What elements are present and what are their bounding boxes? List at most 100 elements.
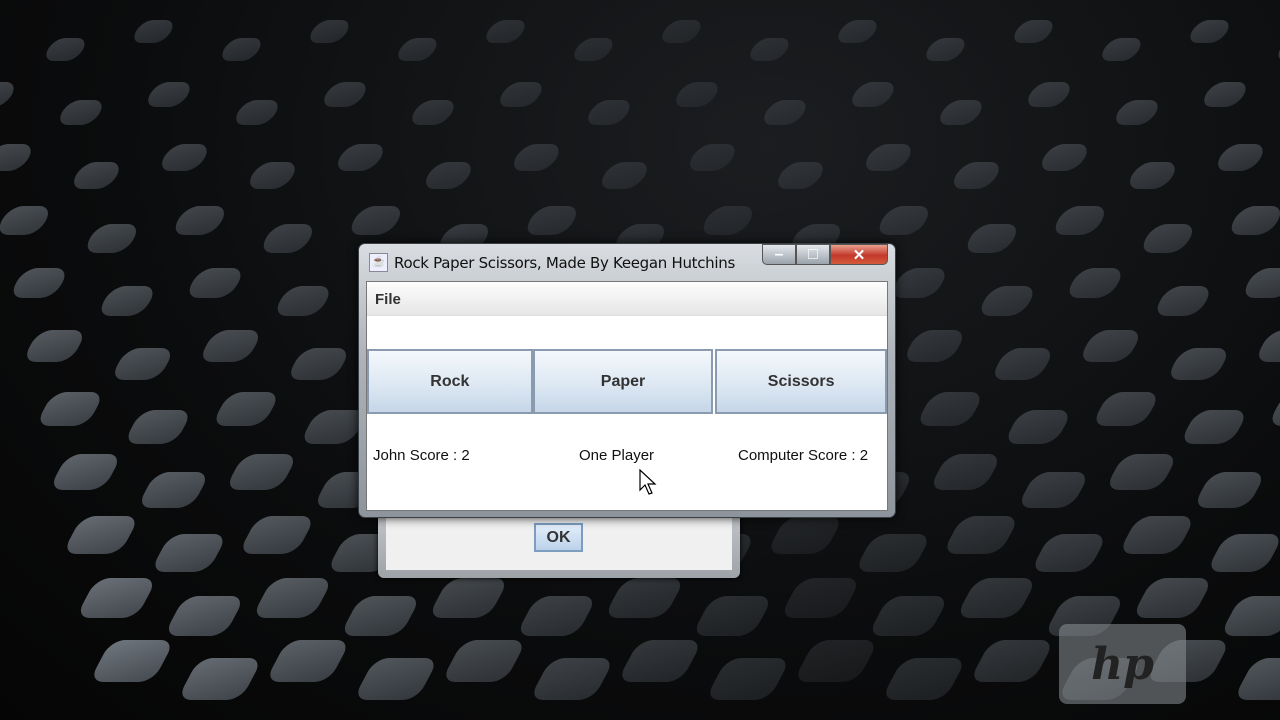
background-tile [21, 330, 88, 363]
rock-button[interactable]: Rock [367, 349, 533, 414]
ok-button[interactable]: OK [534, 523, 583, 552]
background-tile [339, 596, 422, 636]
minimize-button[interactable]: – [762, 244, 796, 265]
background-tile [989, 348, 1056, 381]
background-tile [258, 224, 318, 253]
background-tile [583, 100, 635, 125]
background-tile [1009, 20, 1057, 43]
background-tile [332, 144, 388, 171]
background-tile [129, 20, 177, 43]
background-tile [1192, 472, 1267, 509]
scissors-button[interactable]: Scissors [715, 349, 887, 414]
background-tile [495, 82, 547, 107]
background-tile [7, 268, 71, 299]
background-tile [0, 82, 19, 107]
background-tile [1199, 82, 1251, 107]
maximize-button[interactable]: □ [796, 244, 830, 265]
background-tile [407, 100, 459, 125]
background-tile [210, 392, 282, 427]
background-tile [1097, 38, 1145, 61]
background-tile [657, 20, 705, 43]
background-tile [346, 206, 406, 235]
background-tile [616, 640, 703, 682]
background-tile [264, 640, 351, 682]
background-tile [759, 100, 811, 125]
menu-file[interactable]: File [375, 291, 401, 308]
background-tile [1253, 330, 1280, 363]
background-tile [1050, 206, 1110, 235]
background-tile [0, 144, 36, 171]
background-tile [1266, 392, 1280, 427]
background-tile [914, 392, 986, 427]
background-tile [88, 640, 175, 682]
background-tile [163, 596, 246, 636]
background-tile [0, 206, 54, 235]
background-tile [1226, 206, 1280, 235]
background-tile [427, 578, 510, 618]
background-tile [1029, 534, 1109, 572]
background-tile [95, 286, 159, 317]
background-tile [61, 516, 141, 554]
background-tile [691, 596, 774, 636]
background-tile [698, 206, 758, 235]
background-tile [1111, 100, 1163, 125]
background-tile [136, 472, 211, 509]
background-tile [1131, 578, 1214, 618]
background-tile [68, 162, 124, 189]
background-tile [847, 82, 899, 107]
background-tile [522, 206, 582, 235]
background-tile [1117, 516, 1197, 554]
background-tile [528, 658, 615, 700]
background-tile [0, 20, 1, 43]
background-tile [1232, 658, 1280, 700]
background-tile [569, 38, 617, 61]
background-tile [779, 578, 862, 618]
title-bar[interactable]: ☕ Rock Paper Scissors, Made By Keegan Hu… [359, 244, 895, 281]
background-tile [1124, 162, 1180, 189]
close-button[interactable]: ✕ [830, 244, 888, 265]
background-tile [251, 578, 334, 618]
background-tile [515, 596, 598, 636]
background-tile [962, 224, 1022, 253]
computer-score-label: Computer Score : 2 [738, 447, 869, 464]
background-tile [1002, 410, 1074, 445]
background-tile [508, 144, 564, 171]
background-tile [1077, 330, 1144, 363]
background-tile [48, 454, 123, 491]
mouse-cursor-icon [639, 469, 657, 495]
background-tile [772, 162, 828, 189]
background-tile [176, 658, 263, 700]
background-tile [143, 82, 195, 107]
paper-button[interactable]: Paper [532, 349, 714, 414]
background-tile [34, 392, 106, 427]
java-app-icon: ☕ [369, 253, 388, 272]
background-tile [853, 534, 933, 572]
background-tile [1151, 286, 1215, 317]
background-tile [955, 578, 1038, 618]
background-tile [75, 578, 158, 618]
background-tile [183, 268, 247, 299]
hp-logo: hp [1059, 624, 1186, 704]
background-tile [319, 82, 371, 107]
background-tile [880, 658, 967, 700]
background-tile [305, 20, 353, 43]
background-tile [684, 144, 740, 171]
background-tile [941, 516, 1021, 554]
background-tile [271, 286, 335, 317]
background-tile [1205, 534, 1280, 572]
content-pane: File Rock Paper Scissors John Score : 2 … [366, 281, 888, 511]
background-tile [833, 20, 881, 43]
background-tile [921, 38, 969, 61]
background-tile [244, 162, 300, 189]
background-tile [109, 348, 176, 381]
background-tile [975, 286, 1039, 317]
background-tile [1104, 454, 1179, 491]
background-tile [1165, 348, 1232, 381]
background-tile [745, 38, 793, 61]
background-tile [1239, 268, 1280, 299]
background-tile [224, 454, 299, 491]
background-tile [1219, 596, 1280, 636]
background-tile [704, 658, 791, 700]
background-tile [603, 578, 686, 618]
app-window: ☕ Rock Paper Scissors, Made By Keegan Hu… [358, 243, 896, 518]
